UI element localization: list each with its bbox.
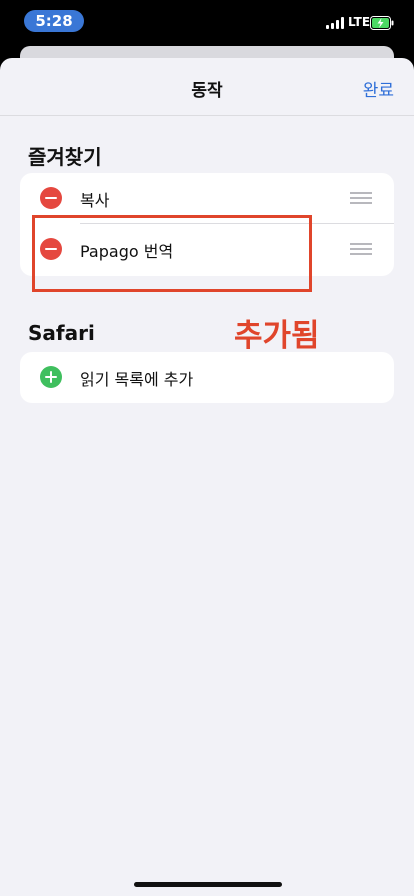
home-indicator <box>134 882 282 887</box>
navigation-bar: 동작 완료 <box>0 58 414 116</box>
list-item-label: 읽기 목록에 추가 <box>80 370 194 389</box>
status-time: 5:28 <box>24 10 84 32</box>
page-title: 동작 <box>191 81 223 101</box>
safari-list: 읽기 목록에 추가 <box>20 352 394 403</box>
battery-charging-icon <box>370 15 394 30</box>
add-circle-icon[interactable] <box>40 366 62 388</box>
drag-handle-icon[interactable] <box>350 243 372 255</box>
remove-circle-icon[interactable] <box>40 187 62 209</box>
network-type: LTE <box>348 15 371 29</box>
section-title-favorites: 즐겨찾기 <box>28 145 102 169</box>
highlight-annotation-box <box>32 215 312 292</box>
drag-handle-icon[interactable] <box>350 192 372 204</box>
list-item-label: 복사 <box>80 191 110 210</box>
signal-icon <box>326 17 344 29</box>
status-bar: 5:28 LTE <box>0 0 414 44</box>
done-button[interactable]: 완료 <box>363 76 394 101</box>
section-title-safari: Safari <box>28 321 95 345</box>
list-item-add-reading-list: 읽기 목록에 추가 <box>20 352 394 403</box>
actions-sheet: 동작 완료 즐겨찾기 복사 Papago 번역 Safari 읽기 목록에 추가 <box>0 58 414 896</box>
annotation-added-text: 추가됨 <box>234 318 320 354</box>
